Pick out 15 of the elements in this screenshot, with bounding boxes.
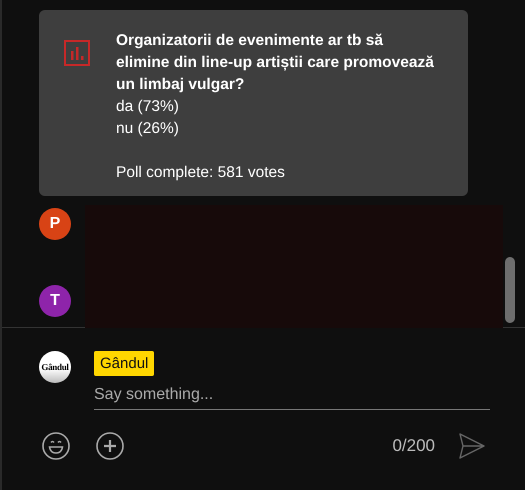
- poll-status: Poll complete: 581 votes: [116, 163, 286, 183]
- poll-option: da (73%): [116, 96, 436, 118]
- author-badge: Gândul: [94, 351, 154, 376]
- message-input[interactable]: Say something...: [94, 386, 490, 410]
- emoji-icon[interactable]: [42, 432, 70, 460]
- user-avatar[interactable]: T: [39, 285, 71, 317]
- user-avatar[interactable]: P: [39, 208, 71, 240]
- poll-question: Organizatorii de evenimente ar tb să elimine din line-up artiștii care promovează un limbaj vulgar?: [116, 31, 435, 95]
- poll-option: nu (26%): [116, 118, 436, 140]
- scrollbar-thumb[interactable]: [505, 257, 515, 323]
- channel-avatar: Gândul: [39, 351, 71, 383]
- character-counter: 0/200: [392, 436, 435, 456]
- bar-chart-icon: [64, 40, 90, 66]
- add-icon[interactable]: [96, 432, 124, 460]
- send-icon[interactable]: [459, 433, 485, 459]
